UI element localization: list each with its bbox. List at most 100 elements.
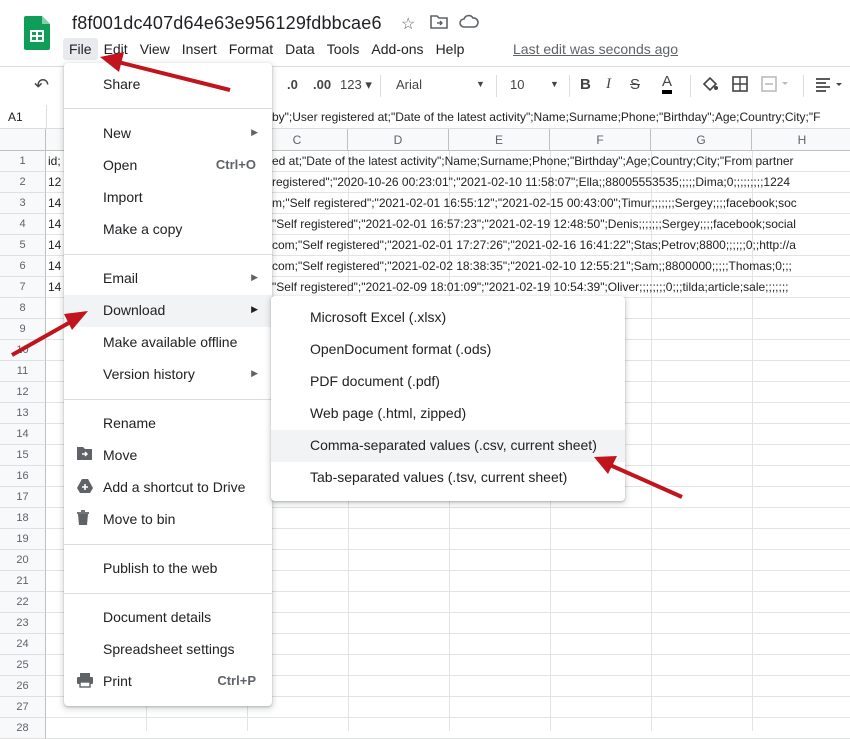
toolbar-divider [496,75,497,97]
menu-help[interactable]: Help [430,38,471,60]
row-header[interactable]: 22 [0,592,46,613]
menu-item-import[interactable]: Import [64,182,272,214]
submenu-arrow-icon: ▶ [251,127,258,137]
cell-row2-overflow[interactable]: registered";"2020-10-26 00:23:01";"2021-… [272,172,850,192]
menu-item-spreadsheet-settings[interactable]: Spreadsheet settings [64,634,272,666]
row-header[interactable]: 19 [0,529,46,550]
row-header[interactable]: 16 [0,466,46,487]
menu-item-move-to-bin[interactable]: Move to bin [64,504,272,536]
cell-row3-overflow[interactable]: m;"Self registered";"2021-02-01 16:55:12… [272,193,850,213]
row-header[interactable]: 23 [0,613,46,634]
download-ods[interactable]: OpenDocument format (.ods) [271,334,625,366]
download-html[interactable]: Web page (.html, zipped) [271,398,625,430]
menu-item-email[interactable]: Email ▶ [64,263,272,295]
row-header[interactable]: 17 [0,487,46,508]
cell-row4-overflow[interactable]: "Self registered";"2021-02-01 16:57:23";… [272,214,850,234]
row-header[interactable]: 11 [0,361,46,382]
star-icon[interactable]: ☆ [401,14,415,34]
last-edit-link[interactable]: Last edit was seconds ago [513,41,678,57]
row-header[interactable]: 9 [0,319,46,340]
menu-tools[interactable]: Tools [321,38,366,60]
row-header[interactable]: 6 [0,256,46,277]
download-xlsx[interactable]: Microsoft Excel (.xlsx) [271,302,625,334]
menu-item-offline[interactable]: Make available offline [64,327,272,359]
menu-item-share[interactable]: Share [64,69,272,101]
align-left-icon[interactable] [814,75,846,96]
italic-button[interactable]: I [606,76,611,93]
select-all-corner[interactable] [0,129,46,151]
column-header-f[interactable]: F [550,129,651,151]
menu-item-label: New [103,125,132,141]
menu-item-move[interactable]: Move [64,440,272,472]
row-header[interactable]: 27 [0,697,46,718]
row-header[interactable]: 2 [0,172,46,193]
menu-item-print[interactable]: Print Ctrl+P [64,666,272,698]
cloud-status-icon[interactable] [459,14,479,35]
menu-view[interactable]: View [134,38,176,60]
column-header-h[interactable]: H [752,129,850,151]
menu-item-rename[interactable]: Rename [64,408,272,440]
menu-insert[interactable]: Insert [176,38,223,60]
borders-icon[interactable] [731,75,749,96]
font-family-select[interactable]: Arial ▼ [396,77,486,92]
row-header[interactable]: 1 [0,151,46,172]
more-formats-button[interactable]: 123 ▾ [340,77,372,93]
column-header-g[interactable]: G [651,129,752,151]
row-header[interactable]: 5 [0,235,46,256]
move-folder-icon[interactable] [430,14,448,35]
row-header[interactable]: 3 [0,193,46,214]
download-pdf[interactable]: PDF document (.pdf) [271,366,625,398]
menu-addons[interactable]: Add-ons [365,38,429,60]
sheets-logo-icon[interactable] [24,16,50,50]
row-header[interactable]: 10 [0,340,46,361]
row-header[interactable]: 15 [0,445,46,466]
menu-format[interactable]: Format [223,38,279,60]
row-header[interactable]: 7 [0,277,46,298]
strikethrough-button[interactable]: S [630,76,640,93]
menu-item-version-history[interactable]: Version history ▶ [64,359,272,391]
row-header[interactable]: 14 [0,424,46,445]
font-size-select[interactable]: 10 ▼ [510,77,560,92]
menu-file[interactable]: File [63,38,98,60]
increase-decimal-button[interactable]: .00 [313,77,331,92]
row-header[interactable]: 8 [0,298,46,319]
row-header[interactable]: 13 [0,403,46,424]
text-color-button[interactable]: A [662,74,673,94]
decrease-decimal-button[interactable]: .0 [287,77,298,92]
menu-edit[interactable]: Edit [98,38,134,60]
menu-item-publish[interactable]: Publish to the web [64,553,272,585]
row-header[interactable]: 4 [0,214,46,235]
row-header[interactable]: 26 [0,676,46,697]
row-header[interactable]: 18 [0,508,46,529]
menu-item-new[interactable]: New ▶ [64,118,272,150]
menu-item-document-details[interactable]: Document details [64,602,272,634]
row-header[interactable]: 24 [0,634,46,655]
download-csv[interactable]: Comma-separated values (.csv, current sh… [271,430,625,462]
menu-item-open[interactable]: Open Ctrl+O [64,150,272,182]
menu-item-label: Publish to the web [103,560,218,576]
menu-item-make-copy[interactable]: Make a copy [64,214,272,246]
row-header[interactable]: 12 [0,382,46,403]
formula-input[interactable]: by";User registered at;"Date of the late… [272,110,820,124]
document-title[interactable]: f8f001dc407d64e63e956129fdbbcae6 [72,13,382,34]
row-header[interactable]: 25 [0,655,46,676]
download-tsv[interactable]: Tab-separated values (.tsv, current shee… [271,462,625,494]
bold-button[interactable]: B [580,76,591,93]
menu-item-download[interactable]: Download ▶ [64,295,272,327]
merge-cells-icon[interactable] [760,75,790,96]
cell-row7-overflow[interactable]: "Self registered";"2021-02-09 18:01:09";… [272,277,850,297]
cell-row5-overflow[interactable]: com;"Self registered";"2021-02-01 17:27:… [272,235,850,255]
cell-row6-overflow[interactable]: com;"Self registered";"2021-02-02 18:38:… [272,256,850,276]
menu-data[interactable]: Data [279,38,321,60]
menu-item-label: Move to bin [103,511,176,527]
row-header[interactable]: 20 [0,550,46,571]
column-header-d[interactable]: D [348,129,449,151]
row-header[interactable]: 28 [0,718,46,739]
cell-reference[interactable]: A1 [8,110,23,124]
column-header-e[interactable]: E [449,129,550,151]
fill-color-icon[interactable] [701,75,719,96]
cell-row1-overflow[interactable]: ed at;"Date of the latest activity";Name… [272,151,850,171]
undo-icon[interactable]: ↶ [34,75,49,96]
row-header[interactable]: 21 [0,571,46,592]
menu-item-add-shortcut[interactable]: Add a shortcut to Drive [64,472,272,504]
